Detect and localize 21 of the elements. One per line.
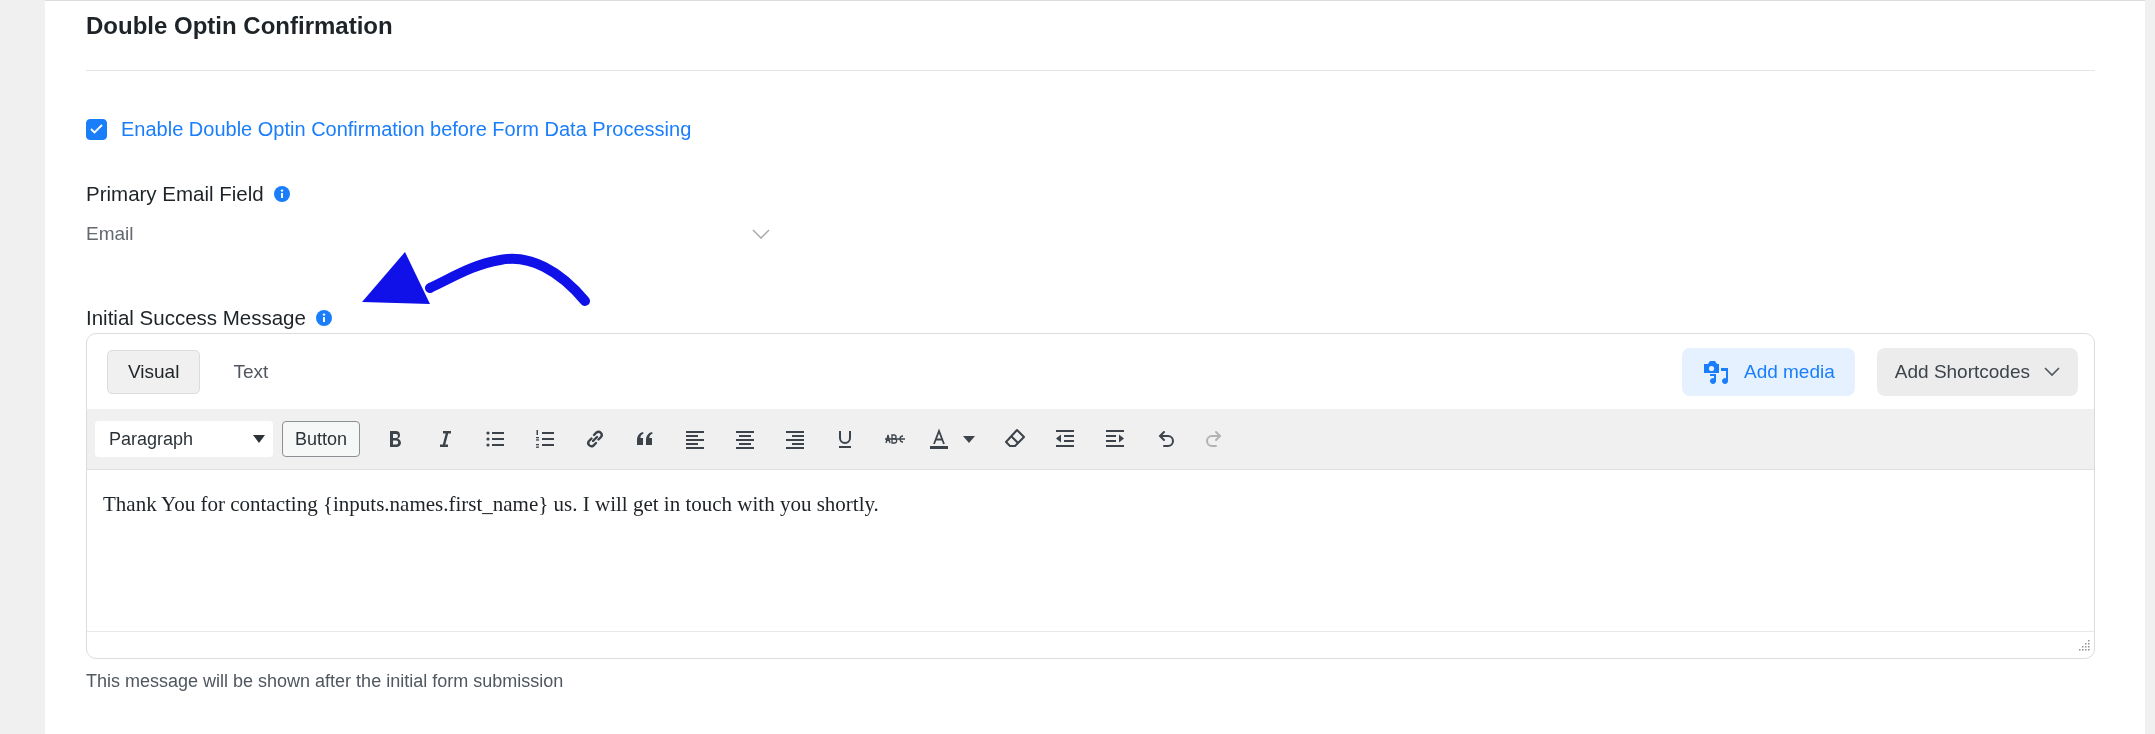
chevron-down-icon xyxy=(752,229,770,239)
format-select[interactable]: Paragraph xyxy=(95,421,273,457)
caret-icon xyxy=(253,435,265,443)
resize-handle-icon[interactable] xyxy=(2078,639,2090,651)
help-text: This message will be shown after the initial form submission xyxy=(86,671,564,692)
checkbox-label[interactable]: Enable Double Optin Confirmation before Form Data Processing xyxy=(121,117,692,141)
checkbox[interactable] xyxy=(86,118,107,140)
email-field-select[interactable]: Email xyxy=(86,218,770,250)
caret-icon xyxy=(963,435,976,443)
field-label: Initial Success Message xyxy=(86,306,306,330)
editor-content[interactable]: Thank You for contacting {inputs.names.first_name} us. I will get in touch with you shortly. xyxy=(87,469,2094,631)
field-label: Primary Email Field xyxy=(86,182,264,206)
insert-button-button[interactable]: Button xyxy=(282,421,361,457)
info-icon xyxy=(315,310,332,326)
chevron-down-icon xyxy=(2044,366,2060,377)
check-icon xyxy=(90,124,103,134)
editor-tab[interactable]: Visual xyxy=(107,349,201,394)
add-shortcodes-dropdown[interactable]: Add Shortcodes xyxy=(1876,347,2078,396)
editor-tab[interactable]: Text xyxy=(212,349,290,394)
section-title: Double Optin Confirmation xyxy=(86,11,393,41)
info-icon xyxy=(273,186,290,202)
